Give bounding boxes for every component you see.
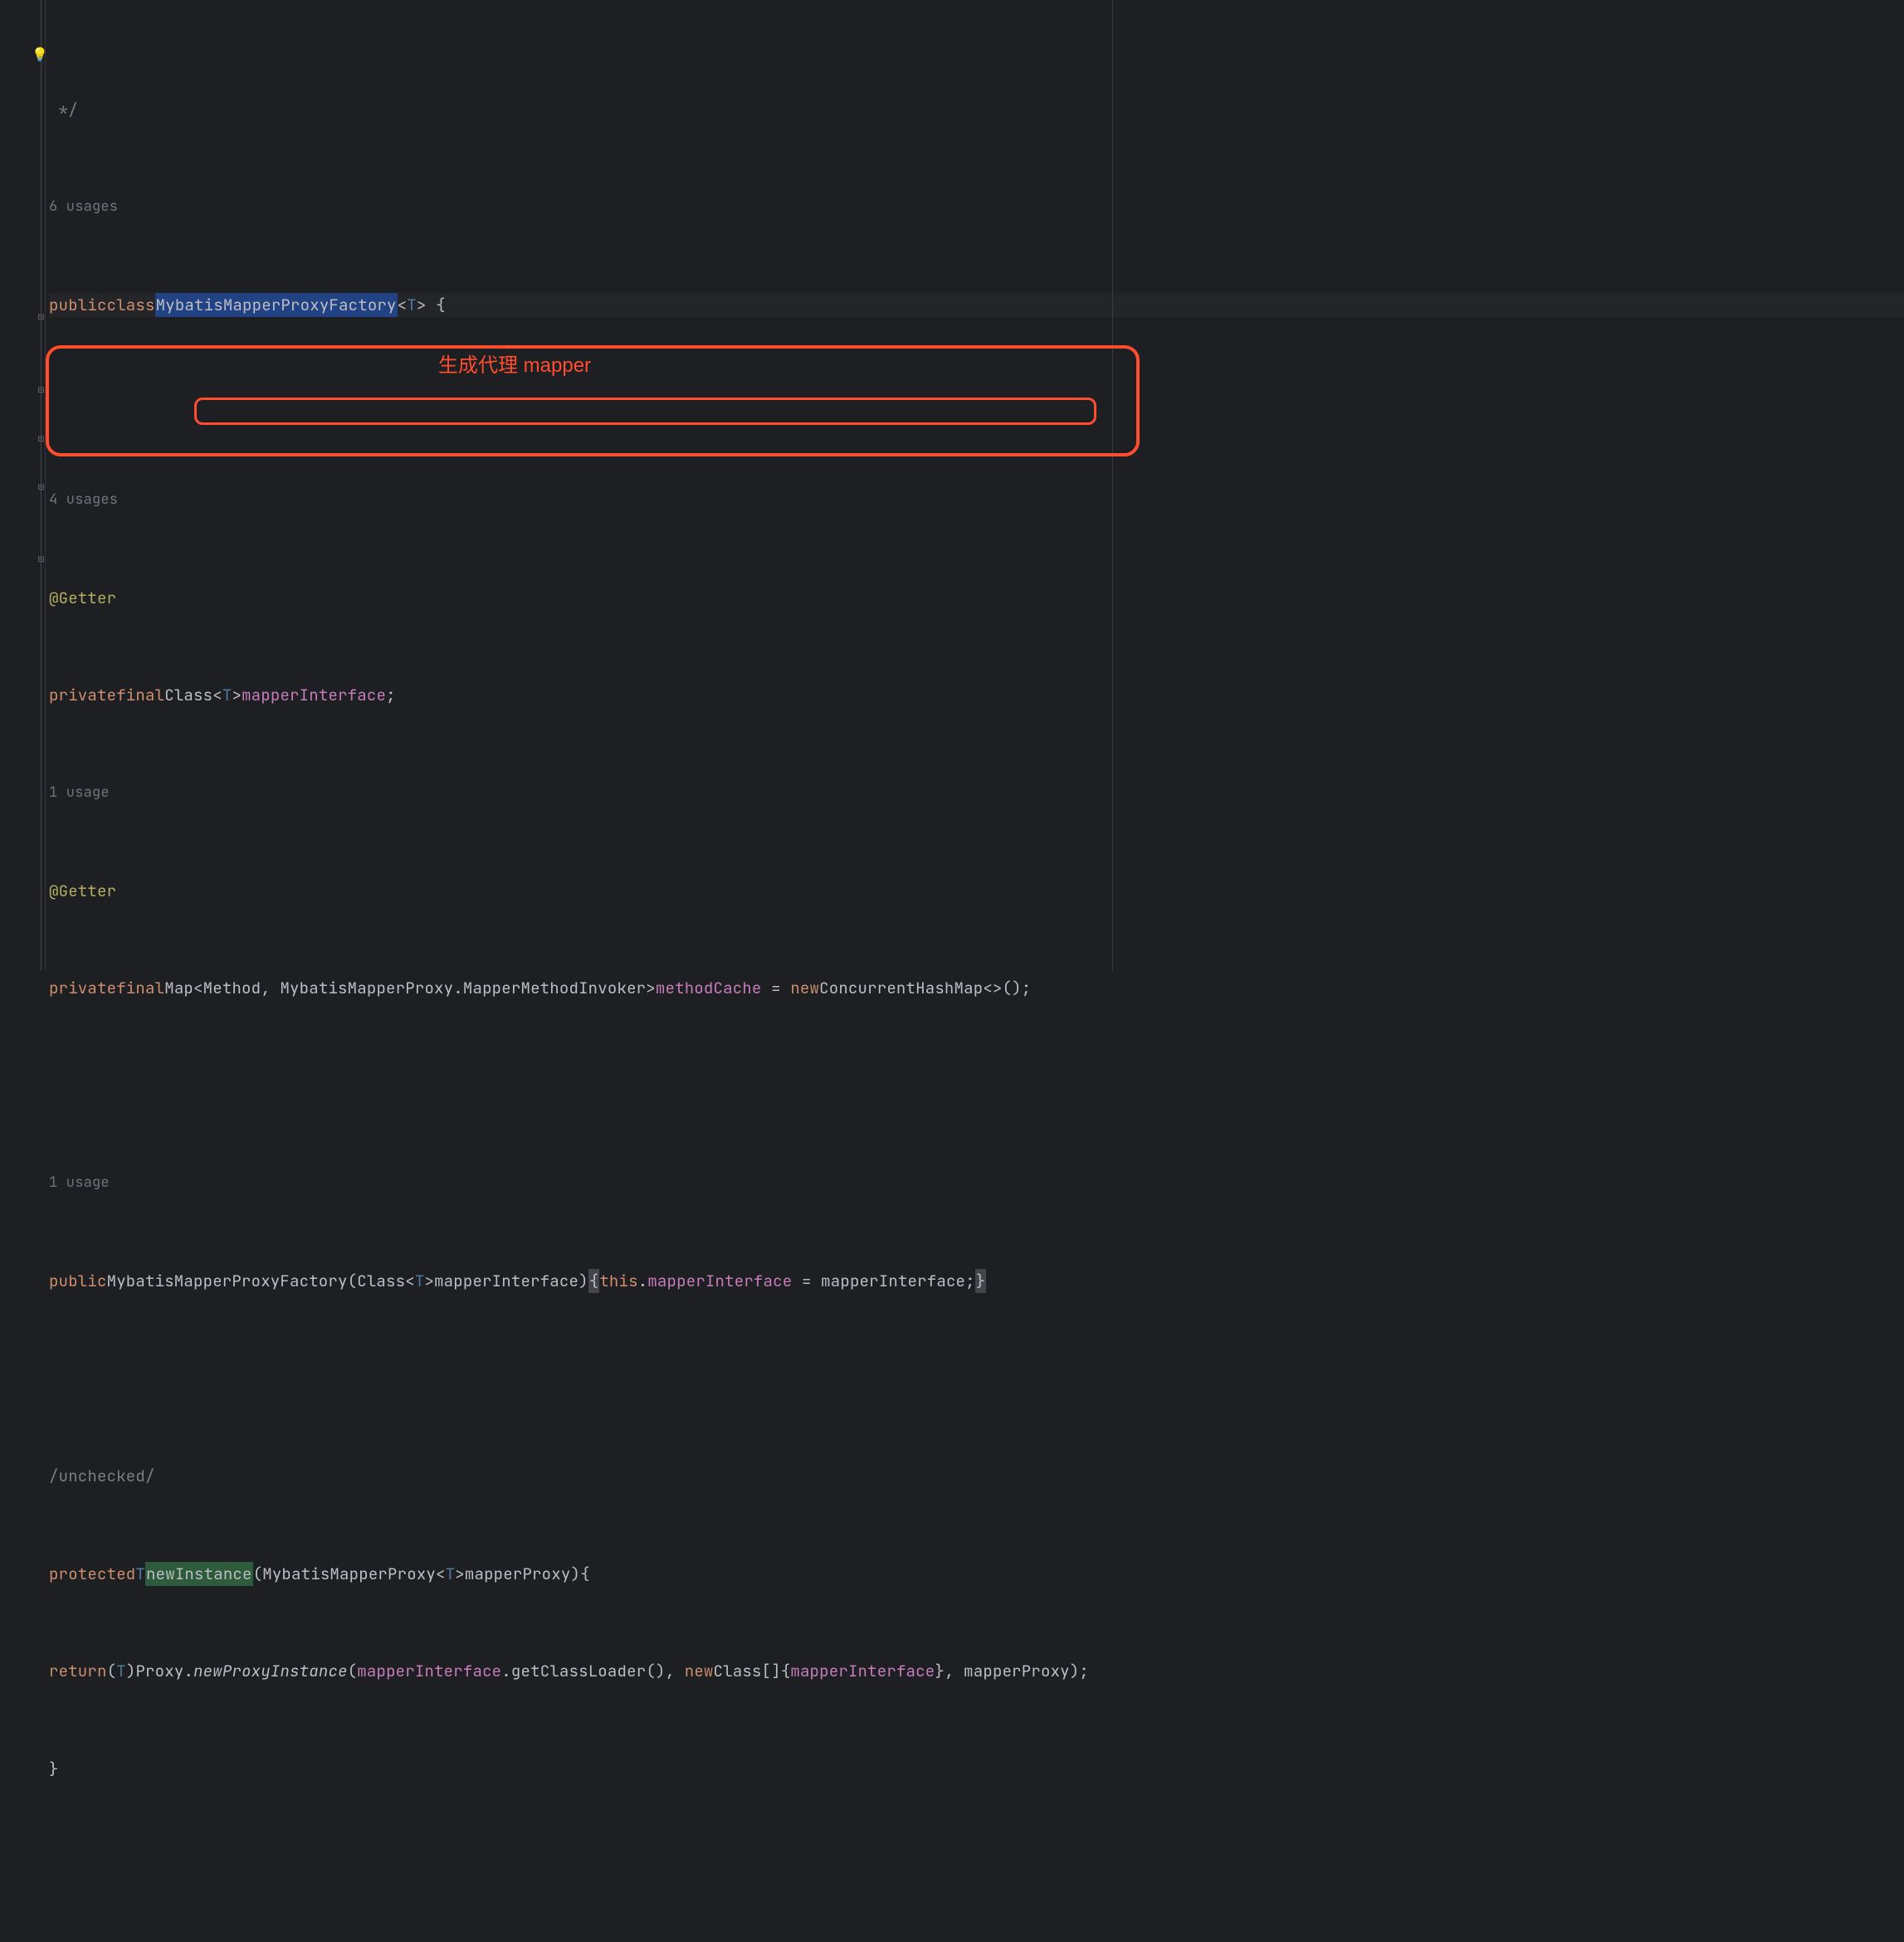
margin-guide: [1112, 0, 1113, 971]
constructor-declaration[interactable]: public MybatisMapperProxyFactory(Class<T…: [49, 1269, 1904, 1293]
usage-hint[interactable]: 1 usage: [49, 781, 110, 805]
field-declaration[interactable]: private final Class<T> mapperInterface;: [49, 683, 1904, 707]
fold-icon[interactable]: ⊟: [37, 554, 46, 564]
usage-hint[interactable]: 6 usages: [49, 195, 118, 219]
comment: /unchecked/: [49, 1464, 155, 1488]
usage-hint[interactable]: 4 usages: [49, 488, 118, 512]
usage-hint[interactable]: 1 usage: [49, 1171, 110, 1195]
fold-icon[interactable]: ⊟: [37, 434, 46, 443]
comment: */: [49, 98, 78, 122]
gutter[interactable]: ⊟ ⊟ ⊟ ⊟ ⊟ 💡: [0, 0, 46, 971]
code-area[interactable]: */ 6 usages public class MybatisMapperPr…: [46, 0, 1904, 971]
return-statement[interactable]: return (T) Proxy.newProxyInstance(mapper…: [49, 1659, 1904, 1683]
field-declaration[interactable]: private final Map<Method, MybatisMapperP…: [49, 976, 1904, 1000]
class-declaration[interactable]: public class MybatisMapperProxyFactory<T…: [49, 293, 1904, 317]
class-name: MybatisMapperProxyFactory: [155, 293, 398, 317]
code-editor[interactable]: ⊟ ⊟ ⊟ ⊟ ⊟ 💡 */ 6 usages public class Myb…: [0, 0, 1904, 971]
fold-icon[interactable]: ⊟: [37, 312, 46, 321]
annotation: @Getter: [49, 879, 116, 903]
method-declaration[interactable]: protected T newInstance(MybatisMapperPro…: [49, 1562, 1904, 1586]
fold-icon[interactable]: ⊟: [37, 385, 46, 394]
annotation: @Getter: [49, 586, 116, 610]
fold-icon[interactable]: ⊟: [37, 482, 46, 491]
